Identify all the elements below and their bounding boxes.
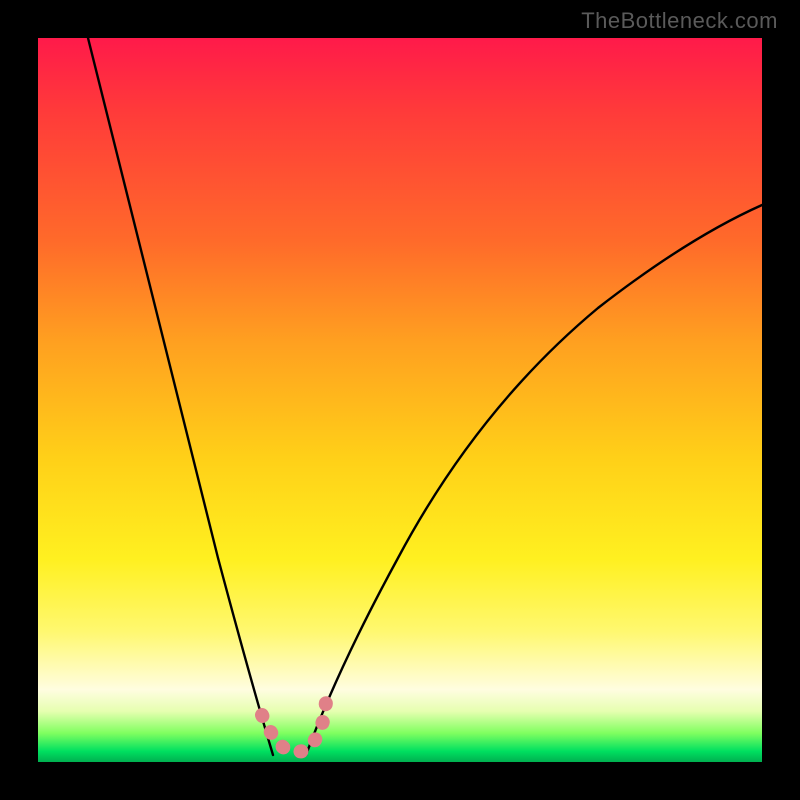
plot-area bbox=[38, 38, 762, 762]
left-branch-curve bbox=[88, 38, 273, 755]
watermark-text: TheBottleneck.com bbox=[581, 8, 778, 34]
curve-layer bbox=[38, 38, 762, 762]
chart-stage: TheBottleneck.com bbox=[0, 0, 800, 800]
floor-dots-curve bbox=[262, 686, 328, 752]
right-branch-curve bbox=[306, 205, 762, 755]
